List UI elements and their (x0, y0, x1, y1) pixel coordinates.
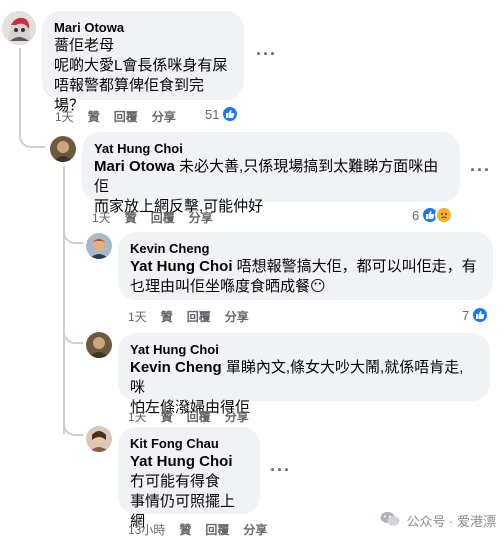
comment-text-line: Yat Hung Choi (130, 452, 248, 472)
comment-actions: 1天 贊 回覆 分享 (92, 209, 213, 226)
avatar[interactable] (2, 11, 36, 45)
share-button[interactable]: 分享 (225, 308, 249, 325)
comment-text-line: 薔佢老母 (54, 37, 115, 54)
thread-line-sub (63, 166, 65, 434)
comment-time: 1天 (92, 211, 111, 225)
comment-text-line: Kevin Cheng 單睇內文,條女大吵大鬧,就係唔肯走,咪 (130, 358, 478, 398)
mention-link[interactable]: Kevin Cheng (130, 359, 222, 376)
like-reaction-icon (221, 105, 240, 123)
wechat-icon (380, 511, 400, 530)
avatar-photo-icon (86, 426, 112, 452)
comment-time: 1天 (128, 410, 147, 424)
thread-connector (63, 322, 83, 344)
thread-connector (63, 414, 83, 436)
avatar[interactable] (86, 426, 112, 452)
comment-text: 唔想報警搞大佢，都可以叫佢走，有 (232, 258, 477, 275)
avatar-anime-icon (2, 11, 36, 45)
reaction-summary[interactable]: 7 (462, 306, 490, 324)
mention-link[interactable]: Yat Hung Choi (130, 453, 233, 470)
share-button[interactable]: 分享 (152, 108, 176, 125)
like-button[interactable]: 贊 (161, 308, 173, 325)
avatar-photo-icon (86, 332, 112, 358)
comment-actions: 1天 贊 回覆 分享 (128, 408, 249, 425)
comment-time: 13小時 (128, 523, 166, 537)
emoji: 😶 (310, 278, 326, 295)
comment-bubble: Kit Fong Chau Yat Hung Choi 冇可能有得食 事情仍可照… (118, 427, 260, 530)
avatar[interactable] (86, 332, 112, 358)
thread-connector (63, 222, 83, 244)
reaction-count: 6 (412, 207, 420, 223)
comment-actions: 13小時 贊 回覆 分享 (128, 521, 267, 538)
comment-author[interactable]: Mari Otowa (54, 19, 232, 36)
comment-bubble: Mari Otowa 薔佢老母 呢啲大愛L會長係咪身有屎 唔報警都算俾佢食到完場… (42, 11, 244, 114)
sad-reaction-icon (435, 206, 454, 224)
more-options-icon[interactable]: ··· (256, 44, 277, 65)
avatar[interactable] (50, 136, 76, 162)
reply-button[interactable]: 回覆 (151, 209, 175, 226)
comment-time: 1天 (55, 110, 74, 124)
like-button[interactable]: 贊 (179, 521, 191, 538)
comment-author[interactable]: Yat Hung Choi (130, 341, 478, 358)
share-button[interactable]: 分享 (189, 209, 213, 226)
comment-time: 1天 (128, 310, 147, 324)
more-options-icon[interactable]: ··· (270, 460, 291, 481)
reaction-summary[interactable]: 6 (412, 206, 454, 224)
watermark-label: 公众号 · 爱港漂 (406, 514, 496, 529)
reply-button[interactable]: 回覆 (187, 308, 211, 325)
avatar[interactable] (86, 233, 112, 259)
thread-connector (19, 124, 45, 148)
reaction-summary[interactable]: 51 (205, 105, 240, 123)
comment-bubble: Yat Hung Choi Kevin Cheng 單睇內文,條女大吵大鬧,就係… (118, 333, 490, 416)
more-options-icon[interactable]: ··· (470, 160, 491, 181)
like-button[interactable]: 贊 (88, 108, 100, 125)
comment-bubble: Yat Hung Choi Mari Otowa 未必大善,只係現場搞到太難睇方… (82, 132, 460, 215)
thread-line-main (19, 48, 21, 126)
comment-text: 乜理由叫佢坐喺度食晒成餐 (130, 278, 311, 295)
comment-actions: 1天 贊 回覆 分享 (128, 308, 249, 325)
mention-link[interactable]: Yat Hung Choi (130, 258, 233, 275)
reaction-count: 51 (205, 106, 220, 122)
like-button[interactable]: 贊 (125, 209, 137, 226)
share-button[interactable]: 分享 (225, 408, 249, 425)
like-reaction-icon (471, 306, 490, 324)
reply-button[interactable]: 回覆 (114, 108, 138, 125)
watermark: 公众号 · 爱港漂 (380, 511, 496, 530)
comment-author[interactable]: Yat Hung Choi (94, 140, 448, 157)
comment-author[interactable]: Kit Fong Chau (130, 435, 248, 452)
comment-author[interactable]: Kevin Cheng (130, 240, 481, 257)
comment-bubble: Kevin Cheng Yat Hung Choi 唔想報警搞大佢，都可以叫佢走… (118, 232, 493, 300)
comment-text-line: 呢啲大愛L會長係咪身有屎 (54, 57, 228, 74)
comment-text-line: 冇可能有得食 (130, 473, 221, 490)
reaction-count: 7 (462, 307, 470, 323)
reply-button[interactable]: 回覆 (205, 521, 229, 538)
comment-text-line: 乜理由叫佢坐喺度食晒成餐😶 (130, 277, 481, 297)
avatar-photo-icon (50, 136, 76, 162)
avatar-photo-icon (86, 233, 112, 259)
reply-button[interactable]: 回覆 (187, 408, 211, 425)
share-button[interactable]: 分享 (243, 521, 267, 538)
comment-text-line: Yat Hung Choi 唔想報警搞大佢，都可以叫佢走，有 (130, 257, 481, 277)
mention-link[interactable]: Mari Otowa (94, 158, 175, 175)
like-button[interactable]: 贊 (161, 408, 173, 425)
comment-text-line: Mari Otowa 未必大善,只係現場搞到太難睇方面咪由佢 (94, 157, 448, 197)
comment-actions: 1天 贊 回覆 分享 (55, 108, 176, 125)
